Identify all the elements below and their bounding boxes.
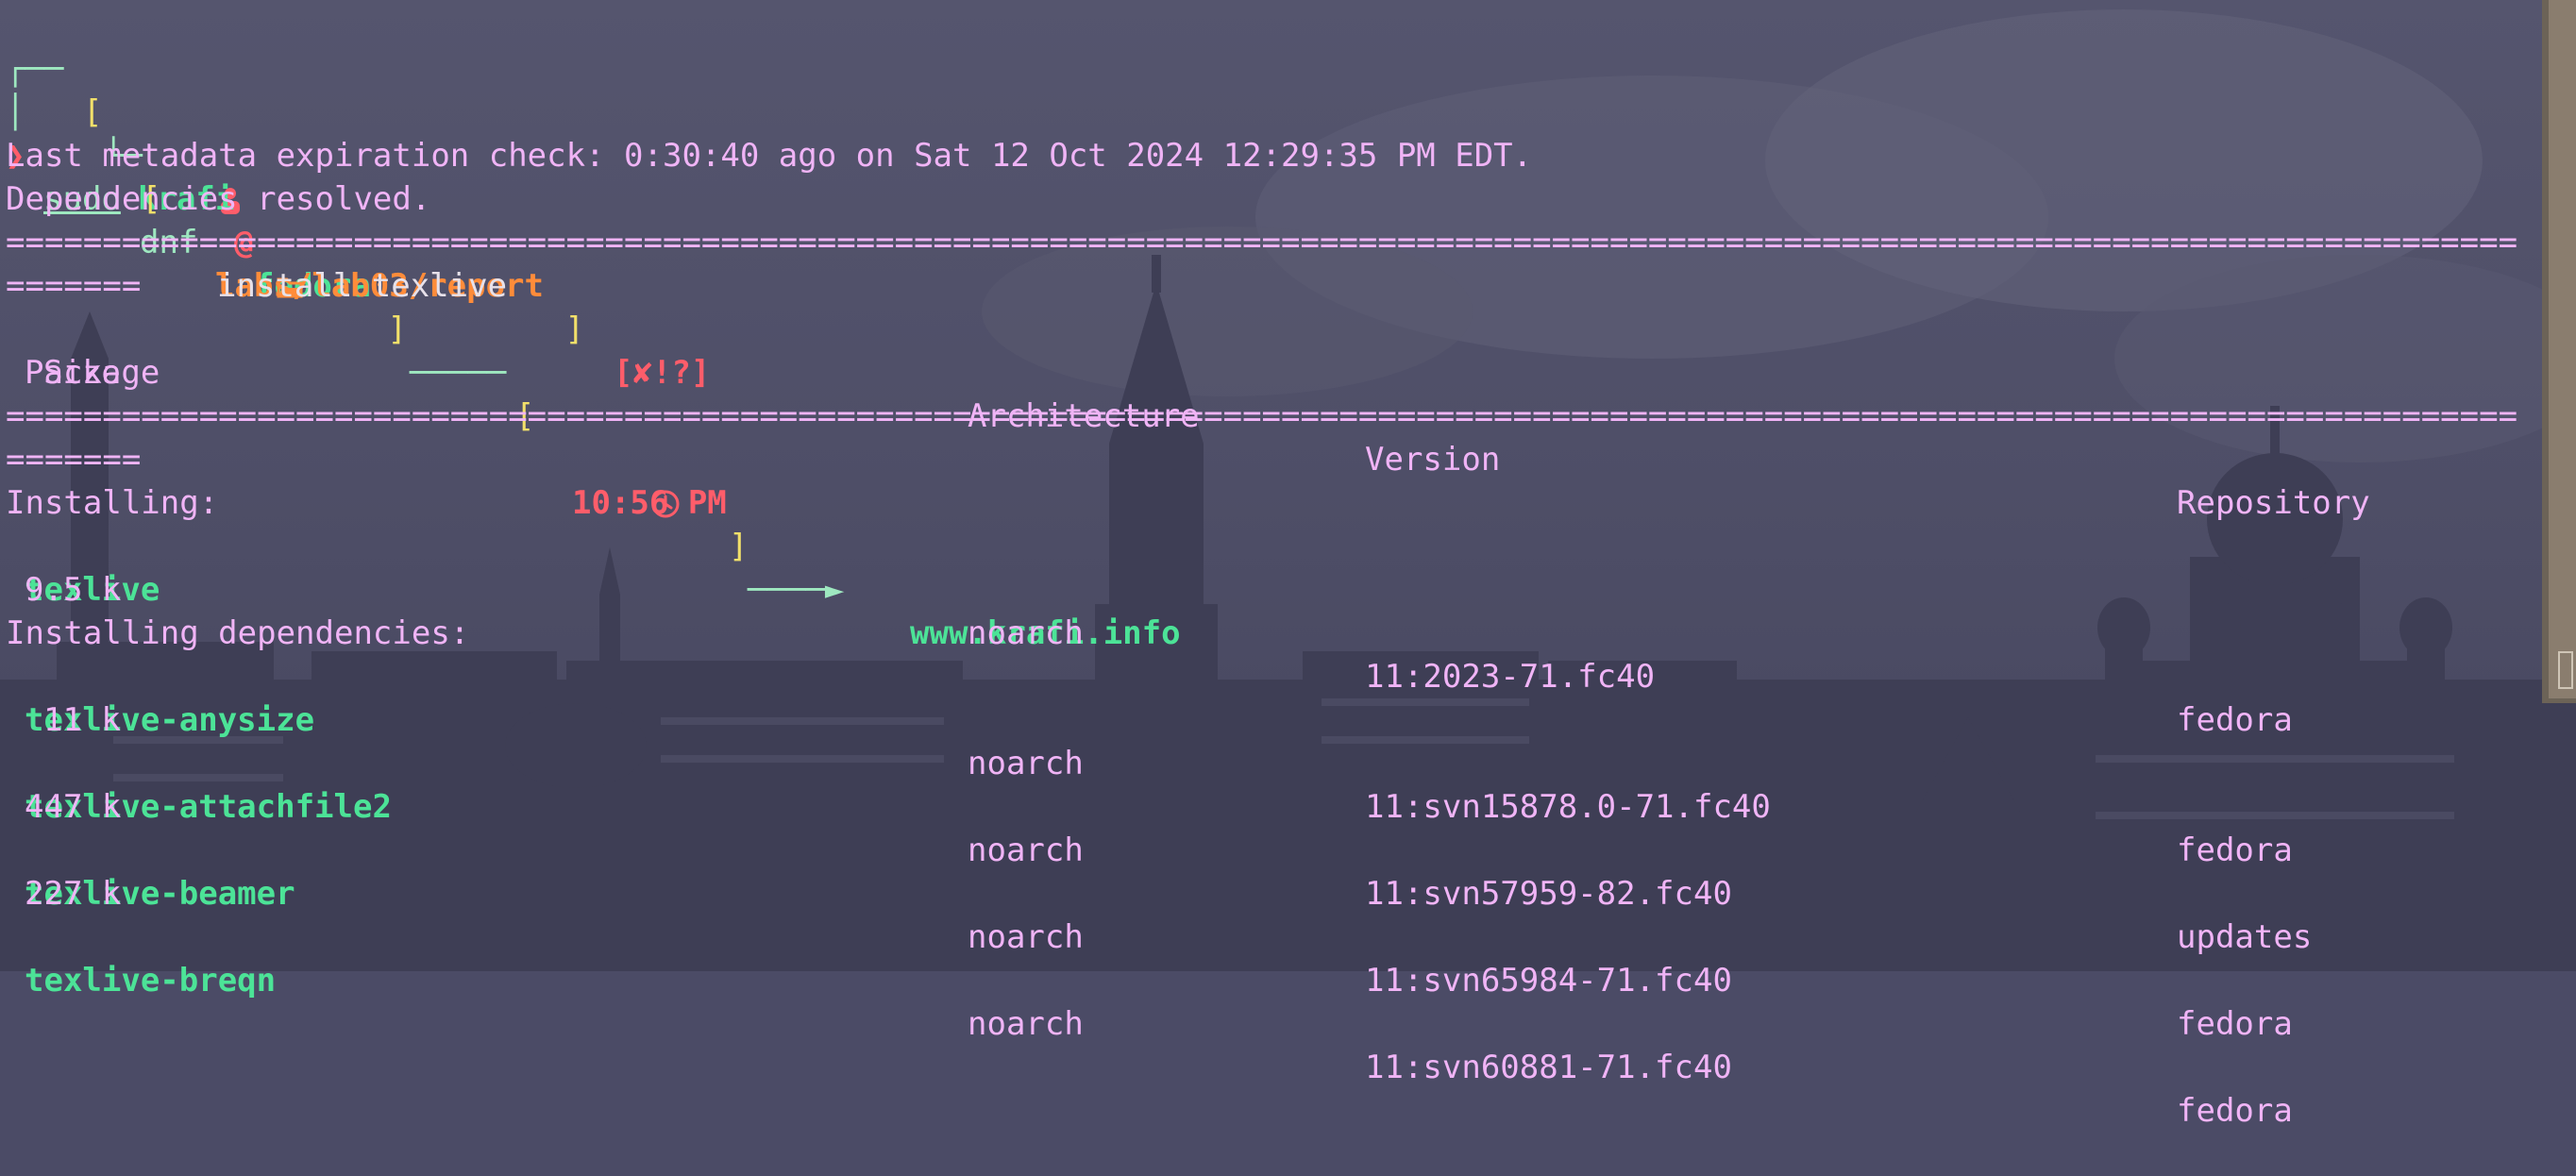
installing-label: Installing: bbox=[6, 484, 219, 522]
package-name: texlive-breqn bbox=[25, 962, 277, 1000]
package-arch: noarch bbox=[968, 918, 1084, 956]
deps-label: Installing dependencies: bbox=[6, 614, 470, 652]
separator-bottom-wrap: ======= bbox=[6, 441, 142, 479]
package-size: 447 k bbox=[25, 788, 122, 826]
package-version: 11:svn15878.0-71.fc40 bbox=[1365, 788, 1771, 826]
header-repository: Repository bbox=[2177, 484, 2370, 522]
package-version: 11:svn60881-71.fc40 bbox=[1365, 1049, 1732, 1086]
table-row: texlive noarch 11:2023-71.fc40 fedora bbox=[0, 525, 2293, 739]
prompt-time: 10:56 PM bbox=[572, 484, 727, 522]
table-header: Package Architecture Version Repository bbox=[0, 308, 2370, 522]
table-row: texlive-attachfile2 noarch 11:svn57959-8… bbox=[0, 742, 2312, 956]
table-row: texlive-anysize noarch 11:svn15878.0-71.… bbox=[0, 655, 2293, 869]
command-args: install texlive bbox=[217, 267, 508, 305]
package-arch: noarch bbox=[968, 832, 1084, 869]
metadata-line: Last metadata expiration check: 0:30:40 … bbox=[6, 137, 1533, 175]
prompt-status: [✘!?] bbox=[614, 354, 711, 392]
deps-resolved-line: Dependencies resolved. bbox=[6, 180, 431, 218]
package-repo: fedora bbox=[2177, 1092, 2293, 1130]
prompt-host-close: ] bbox=[368, 311, 407, 348]
package-size: 11 k bbox=[43, 701, 121, 739]
prompt-line-2: │ └─ [ labs/lab03/report ] [✘!?] bbox=[6, 47, 710, 392]
package-version: 11:svn65984-71.fc40 bbox=[1365, 962, 1732, 1000]
prompt-line-1: ┌── [ krafi @ fedora ] ───── [ 10:56 PM … bbox=[6, 4, 1181, 652]
prompt-time-close: ] bbox=[729, 528, 749, 565]
separator-top: ========================================… bbox=[6, 224, 2518, 261]
package-arch: noarch bbox=[968, 614, 1084, 652]
package-size: 9.5 k bbox=[25, 571, 122, 609]
package-size: 227 k bbox=[25, 875, 122, 913]
prompt-connector: ───── bbox=[410, 354, 507, 392]
header-size: Size bbox=[43, 354, 121, 392]
package-version: 11:2023-71.fc40 bbox=[1365, 658, 1656, 696]
header-version: Version bbox=[1365, 441, 1501, 479]
prompt-path-close: ] bbox=[546, 311, 584, 348]
table-row: texlive-beamer noarch 11:svn65984-71.fc4… bbox=[0, 829, 2293, 1043]
terminal-output: ┌── [ krafi @ fedora ] ───── [ 10:56 PM … bbox=[0, 0, 2576, 1130]
separator-bottom: ========================================… bbox=[6, 397, 2518, 435]
package-repo: fedora bbox=[2177, 832, 2293, 869]
package-repo: fedora bbox=[2177, 701, 2293, 739]
separator-top-wrap: ======= bbox=[6, 267, 142, 305]
table-row: texlive-breqn noarch 11:svn60881-71.fc40… bbox=[0, 916, 2293, 1130]
package-repo: fedora bbox=[2177, 1005, 2293, 1043]
package-repo: updates bbox=[2177, 918, 2313, 956]
package-version: 11:svn57959-82.fc40 bbox=[1365, 875, 1732, 913]
package-arch: noarch bbox=[968, 1005, 1084, 1043]
prompt-arrow-line: ────► bbox=[748, 571, 845, 609]
package-arch: noarch bbox=[968, 745, 1084, 782]
prompt-bracket-open: [ bbox=[83, 93, 103, 131]
command-line[interactable]: ❯ sudo dnf install texlive bbox=[6, 91, 507, 305]
